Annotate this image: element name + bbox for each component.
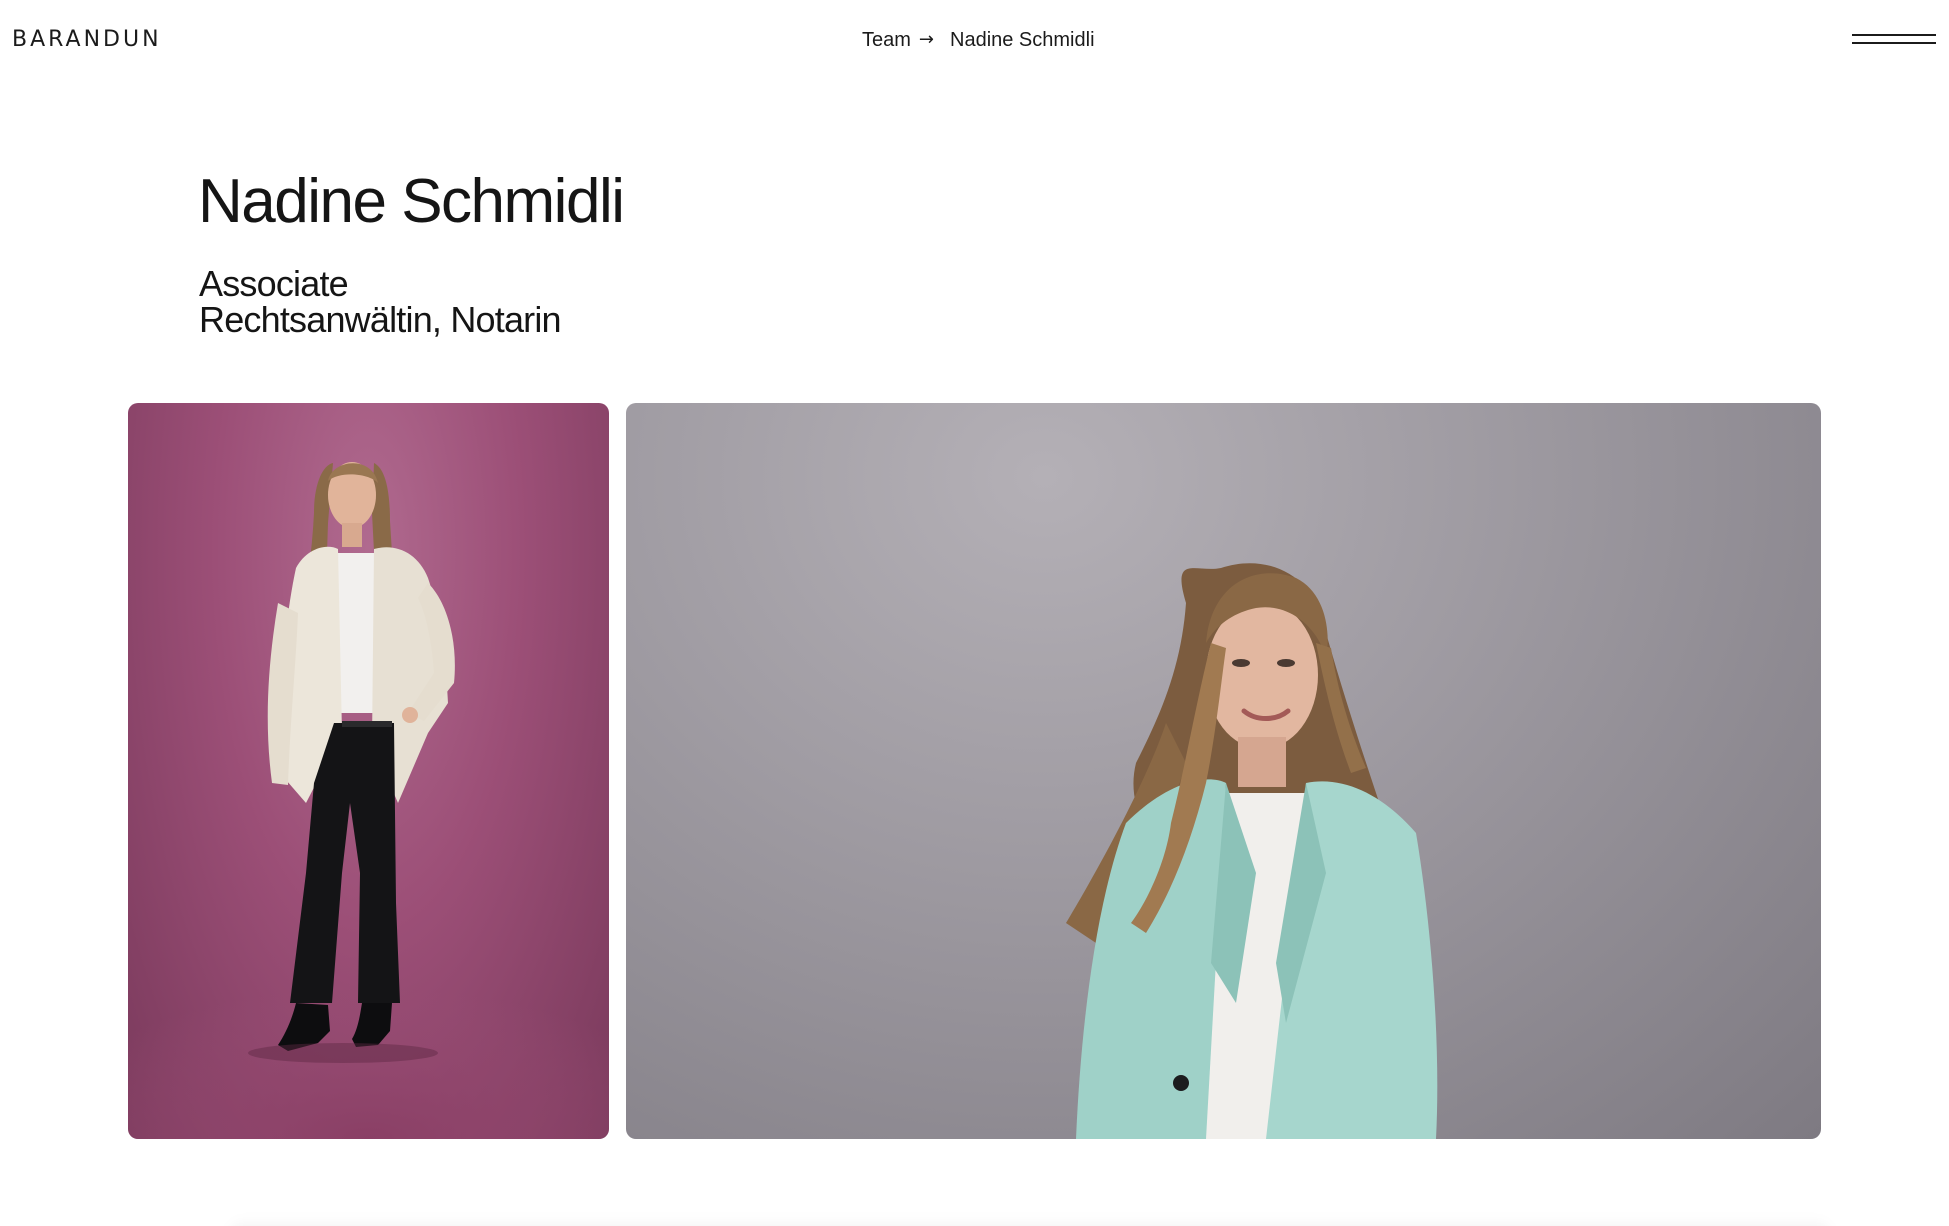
- page-title: Nadine Schmidli: [198, 167, 625, 236]
- headshot-portrait: [626, 403, 1821, 1139]
- breadcrumb-current: Nadine Schmidli: [950, 29, 1095, 51]
- content-card-shadow: [230, 1218, 1830, 1226]
- role-credentials: Rechtsanwältin, Notarin: [199, 299, 562, 340]
- menu-line: [1852, 34, 1936, 36]
- person-silhouette-headshot: [1066, 563, 1438, 1139]
- breadcrumb: Team → Nadine Schmidli: [862, 28, 1095, 52]
- full-body-portrait: [128, 403, 609, 1139]
- breadcrumb-team-link[interactable]: Team: [862, 28, 911, 52]
- role-title: Associate: [199, 263, 349, 304]
- arrow-right-icon: →: [918, 29, 934, 50]
- page: BARANDUN Team → Nadine Schmidli Nadine S…: [0, 0, 1949, 1226]
- role-list: Associate Rechtsanwältin, Notarin: [199, 263, 562, 340]
- logo[interactable]: BARANDUN: [12, 28, 162, 52]
- menu-line: [1852, 42, 1936, 44]
- person-silhouette-full-body: [128, 462, 609, 1139]
- site-header: BARANDUN Team → Nadine Schmidli: [0, 0, 1949, 80]
- hamburger-menu-icon[interactable]: [1852, 30, 1936, 46]
